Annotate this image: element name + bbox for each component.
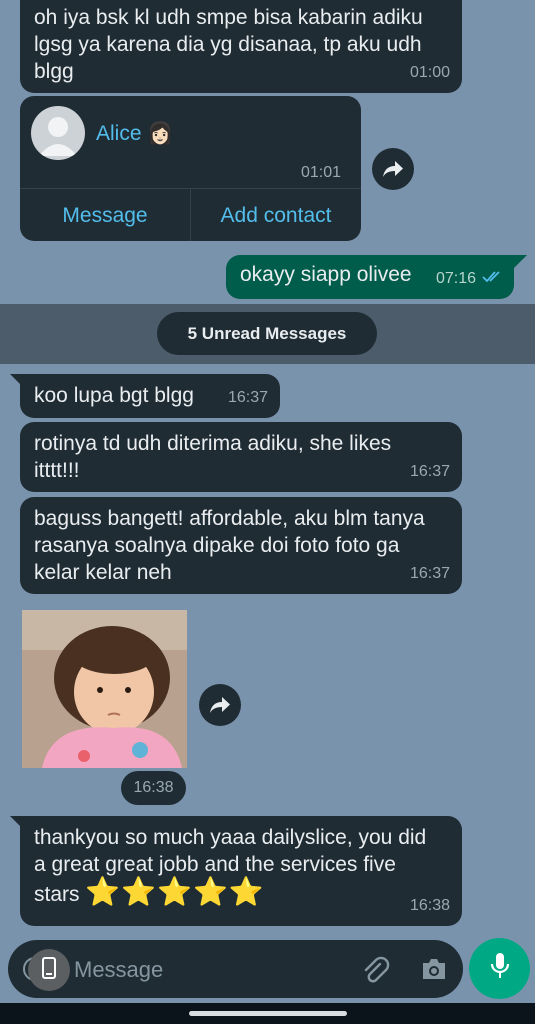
add-contact-button[interactable]: Add contact <box>191 189 361 241</box>
home-gesture-handle[interactable] <box>189 1011 347 1016</box>
message-text: rotinya td udh diterima adiku, she likes… <box>34 432 392 482</box>
phone-overlay-button[interactable] <box>28 949 70 991</box>
camera-icon[interactable] <box>420 956 448 987</box>
forward-icon[interactable] <box>372 148 414 190</box>
contact-actions: Message Add contact <box>20 188 361 241</box>
forward-icon[interactable] <box>199 684 241 726</box>
message-time: 01:00 <box>409 64 450 81</box>
contact-card[interactable]: Alice 👩🏻 01:01 Message Add contact <box>20 96 361 241</box>
message-time: 16:38 <box>409 897 450 914</box>
outgoing-message[interactable]: okayy siapp olivee 07:16 <box>226 255 514 299</box>
incoming-message[interactable]: thankyou so much yaaa dailyslice, you di… <box>20 816 462 926</box>
mic-button[interactable] <box>469 938 530 999</box>
message-time: 01:01 <box>300 164 341 181</box>
read-receipt-icon <box>482 263 504 290</box>
message-text: baguss bangett! affordable, aku blm tany… <box>34 507 425 584</box>
contact-message-button[interactable]: Message <box>20 189 191 241</box>
mic-icon <box>490 952 510 985</box>
message-time: 16:37 <box>409 565 450 582</box>
star-rating-emoji: ⭐⭐⭐⭐⭐ <box>85 876 265 907</box>
incoming-message[interactable]: koo lupa bgt blgg 16:37 <box>20 374 280 418</box>
message-text: okayy siapp olivee <box>240 263 412 286</box>
contact-name[interactable]: Alice 👩🏻 <box>96 122 174 146</box>
photo-message[interactable] <box>22 610 187 768</box>
photo-time: 16:38 <box>121 771 186 805</box>
message-time: 16:37 <box>227 389 268 406</box>
incoming-message[interactable]: rotinya td udh diterima adiku, she likes… <box>20 422 462 492</box>
message-text: koo lupa bgt blgg <box>34 384 194 407</box>
bubble-tail <box>513 255 527 269</box>
message-input-bar: Message <box>8 940 463 998</box>
unread-count-badge: 5 Unread Messages <box>157 312 377 355</box>
phone-icon <box>41 956 57 984</box>
message-text: oh iya bsk kl udh smpe bisa kabarin adik… <box>34 6 423 83</box>
message-time: 07:16 <box>435 270 476 287</box>
incoming-message[interactable]: oh iya bsk kl udh smpe bisa kabarin adik… <box>20 0 462 93</box>
contact-avatar <box>31 106 85 160</box>
attach-icon[interactable] <box>360 955 390 990</box>
message-input[interactable]: Message <box>74 957 163 983</box>
message-time: 16:37 <box>409 463 450 480</box>
incoming-message[interactable]: baguss bangett! affordable, aku blm tany… <box>20 497 462 594</box>
